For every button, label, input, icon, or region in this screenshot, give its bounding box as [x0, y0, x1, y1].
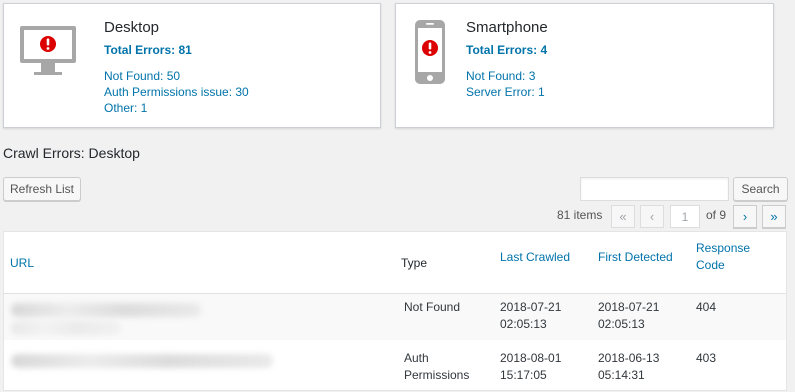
table-row: Auth Permissions 2018-08-01 15:17:05 201… — [4, 340, 786, 392]
redacted-url[interactable] — [11, 303, 201, 317]
redacted-url[interactable] — [11, 354, 273, 368]
desktop-errors-card: Desktop Total Errors: 81 Not Found: 50 A… — [3, 3, 381, 128]
error-line-server: Server Error: 1 — [466, 85, 545, 99]
total-errors: Total Errors: 81 — [104, 43, 192, 57]
desktop-monitor-icon — [20, 26, 76, 75]
crawl-errors-table: URL Type Last Crawled First Detected Res… — [3, 231, 787, 391]
last-page-button[interactable]: » — [762, 205, 786, 228]
row-last-crawled-date: 2018-07-21 — [500, 300, 562, 314]
refresh-list-button[interactable]: Refresh List — [3, 177, 81, 201]
row-type-line2: Permissions — [404, 368, 470, 382]
row-first-detected-time: 02:05:13 — [598, 317, 645, 331]
search-input[interactable] — [580, 177, 729, 201]
column-url[interactable]: URL — [10, 255, 34, 272]
row-first-detected-date: 2018-06-13 — [598, 351, 660, 365]
error-line-not-found: Not Found: 3 — [466, 69, 536, 83]
row-first-detected-date: 2018-07-21 — [598, 300, 660, 314]
row-last-crawled-time: 02:05:13 — [500, 317, 547, 331]
next-page-button[interactable]: › — [733, 205, 757, 228]
column-first-detected[interactable]: First Detected — [598, 249, 673, 266]
card-title: Desktop — [104, 19, 160, 36]
table-row: Not Found 2018-07-21 02:05:13 2018-07-21… — [4, 294, 786, 340]
row-response-code: 404 — [696, 300, 717, 314]
items-count: 81 items — [557, 208, 603, 222]
column-type: Type — [401, 256, 428, 270]
row-type-line1: Auth — [404, 351, 429, 365]
column-last-crawled[interactable]: Last Crawled — [500, 249, 570, 266]
card-title: Smartphone — [466, 19, 548, 36]
total-errors: Total Errors: 4 — [466, 43, 548, 57]
smartphone-errors-card: Smartphone Total Errors: 4 Not Found: 3 … — [395, 3, 774, 128]
row-last-crawled-date: 2018-08-01 — [500, 351, 562, 365]
smartphone-icon — [415, 20, 445, 84]
search-button[interactable]: Search — [733, 177, 788, 201]
row-first-detected-time: 05:14:31 — [598, 368, 645, 382]
column-response-code[interactable]: Response Code — [696, 240, 766, 274]
current-page-input[interactable]: 1 — [670, 205, 700, 228]
redacted-url-actions — [11, 321, 121, 335]
total-pages: of 9 — [706, 208, 727, 222]
section-title: Crawl Errors: Desktop — [3, 145, 140, 161]
error-line-not-found: Not Found: 50 — [104, 69, 181, 83]
error-line-auth: Auth Permissions issue: 30 — [104, 85, 249, 99]
error-line-other: Other: 1 — [104, 101, 148, 115]
row-type: Not Found — [404, 300, 461, 314]
row-response-code: 403 — [696, 351, 717, 365]
row-last-crawled-time: 15:17:05 — [500, 368, 547, 382]
first-page-button: « — [611, 205, 635, 228]
prev-page-button: ‹ — [640, 205, 664, 228]
